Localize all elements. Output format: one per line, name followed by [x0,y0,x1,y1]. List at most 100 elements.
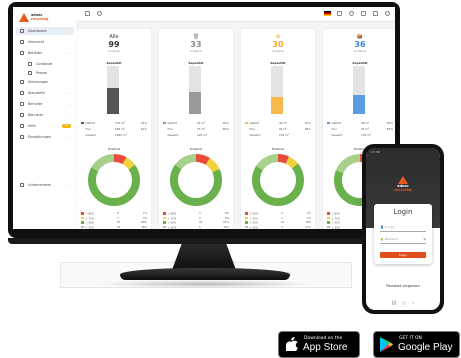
sidebar-item-label: Container [36,62,53,66]
chevron-down-icon: ⌄ [68,113,71,117]
logo-mark-icon [19,13,29,22]
nav-recent-icon[interactable]: ||| [392,300,396,305]
legend-swatch [163,225,166,228]
capacity-row: Gesamt 1060 m³ [85,133,127,137]
container-count-label: Container [107,50,121,53]
brand-logo[interactable]: adnac recycling [19,13,59,23]
legend-swatch [245,212,248,215]
chevron-down-icon: ⌄ [68,91,71,95]
fullscreen-icon[interactable] [337,11,342,16]
password-field[interactable]: 🔒 Passwort ◉ [380,236,426,244]
legend-swatch [163,121,166,125]
email-field[interactable]: 👤 E-mail [380,224,426,232]
capacity-gauge-fill [107,87,119,114]
phone-nav-bar: ||| ○ ‹ [366,300,440,308]
forgot-password-link[interactable]: Passwort vergessen [366,284,440,288]
capacity-gauge [189,66,201,114]
theme-icon[interactable] [349,11,354,16]
capacity-gauge [353,66,365,114]
messages-icon[interactable] [373,11,378,16]
fill-level-heading: Füllstand [271,147,285,151]
legend-swatch [327,121,330,125]
monitor-stand-base [120,268,290,280]
sidebar-item-abholungen[interactable]: Abholungen [16,78,74,86]
phone-screen: 17:30 adnac recycling Login 👤 E-mail 🔒 Pa… [366,148,440,310]
sidebar-item-presse[interactable]: Presse [16,69,82,77]
sidebar-item-label: Einstellungen [28,135,51,139]
bin-summary-card[interactable]: Alle 99 Container Kapazität Gefüllt 375 m³ 32%… [77,29,151,229]
sidebar-item-berichte[interactable]: Berichte ⌄ [16,100,74,108]
container-count: 99 [108,40,120,49]
legend-swatch [81,212,84,215]
sidebar-item-einstellungen[interactable]: Einstellungen ⌄ [16,133,74,141]
capacity-gauge [107,66,119,114]
nav-home-icon[interactable]: ○ [402,300,406,305]
legend-swatch [81,221,84,224]
add-icon[interactable] [97,11,102,16]
bin-icon [20,51,24,55]
sidebar-item-container[interactable]: Container [16,60,82,68]
company-icon [20,183,24,187]
sidebar-item-label: Dashboard [28,29,47,33]
notification-icon[interactable] [361,11,366,16]
dashboard-icon [20,29,24,33]
google-play-big-text: Google Play [398,342,453,353]
capacity-row: Gesamt 139 m³ [331,133,372,137]
fill-level-donut-chart [252,154,304,206]
google-play-small-text: GET IT ON [399,336,422,341]
chevron-down-icon: ⌄ [68,51,71,55]
capacity-row: Frei 94 m³ 68% [249,127,312,131]
fill-level-donut-chart [88,154,140,206]
google-play-badge[interactable]: GET IT ON Google Play [373,331,460,358]
help-icon [20,124,24,128]
truck-icon [20,80,24,84]
gear-icon [20,135,24,139]
sidebar-item-behälter[interactable]: Behälter ⌄ [16,49,74,57]
nav-back-icon[interactable]: ‹ [412,300,414,305]
container-count: 33 [190,40,202,49]
capacity-row: Gefüllt 44 m³ 32% [245,121,311,126]
capacity-heading: Kapazität [106,61,122,65]
monitor-shadow [95,280,315,288]
capacity-row: Frei 684 m³ 61% [85,127,148,131]
menu-icon[interactable] [85,11,90,16]
capacity-row: Gefüllt 48 m³ 35% [327,121,393,126]
fill-level-legend-row: < 25% 16 16% [81,225,147,230]
legend-swatch [245,121,248,125]
monitor-chin [8,238,400,244]
eye-icon[interactable]: ◉ [423,236,426,243]
sidebar-item-dashboard[interactable]: Dashboard [16,27,74,35]
legend-swatch [163,221,166,224]
press-icon [28,71,32,75]
sidebar-item-label: Übersicht [28,40,45,44]
capacity-row: Frei 75 m³ 60% [167,127,230,131]
chevron-down-icon: ⌄ [68,183,71,187]
bin-summary-card[interactable]: ♻ 30 Container Kapazität Gefüllt 44 m³ 32% Frei… [241,29,315,229]
new-badge: neu [62,124,71,128]
user-icon [20,113,24,117]
login-title: Login [393,208,413,216]
sidebar-item-unternehmen[interactable]: Unternehmen ⌄ [16,181,74,189]
sidebar-item-benutzer[interactable]: Benutzer ⌄ [16,111,74,119]
sidebar-item-label: Abholungen [28,80,49,84]
sidebar-item-label: Standorte [28,91,45,95]
settings-icon[interactable] [385,11,390,16]
app-store-badge[interactable]: Download on the App Store [278,331,360,358]
sidebar-item-standorte[interactable]: Standorte ⌄ [16,89,74,97]
sidebar-item-hilfe[interactable]: Hilfe neu [16,122,74,130]
legend-swatch [163,212,166,215]
sidebar-item-label: Benutzer [28,113,44,117]
german-flag-icon[interactable] [324,11,331,16]
phone-brand-name: adnac recycling [394,184,412,192]
login-card: Login 👤 E-mail 🔒 Passwort ◉ Login [374,204,432,264]
bin-summary-card[interactable]: 🗑 33 Container Kapazität Gefüllt 61 m³ 40% Frei… [159,29,233,229]
legend-swatch [81,216,84,219]
brand-name: adnac recycling [31,13,49,21]
login-button[interactable]: Login [380,252,426,258]
topbar [77,7,395,22]
sidebar-item-label: Berichte [28,102,43,106]
app-store-small-text: Download on the [304,336,343,341]
fill-level-donut-chart [170,154,222,206]
capacity-row: Gefüllt 375 m³ 32% [81,121,147,126]
sidebar-item-übersicht[interactable]: Übersicht [16,38,74,46]
